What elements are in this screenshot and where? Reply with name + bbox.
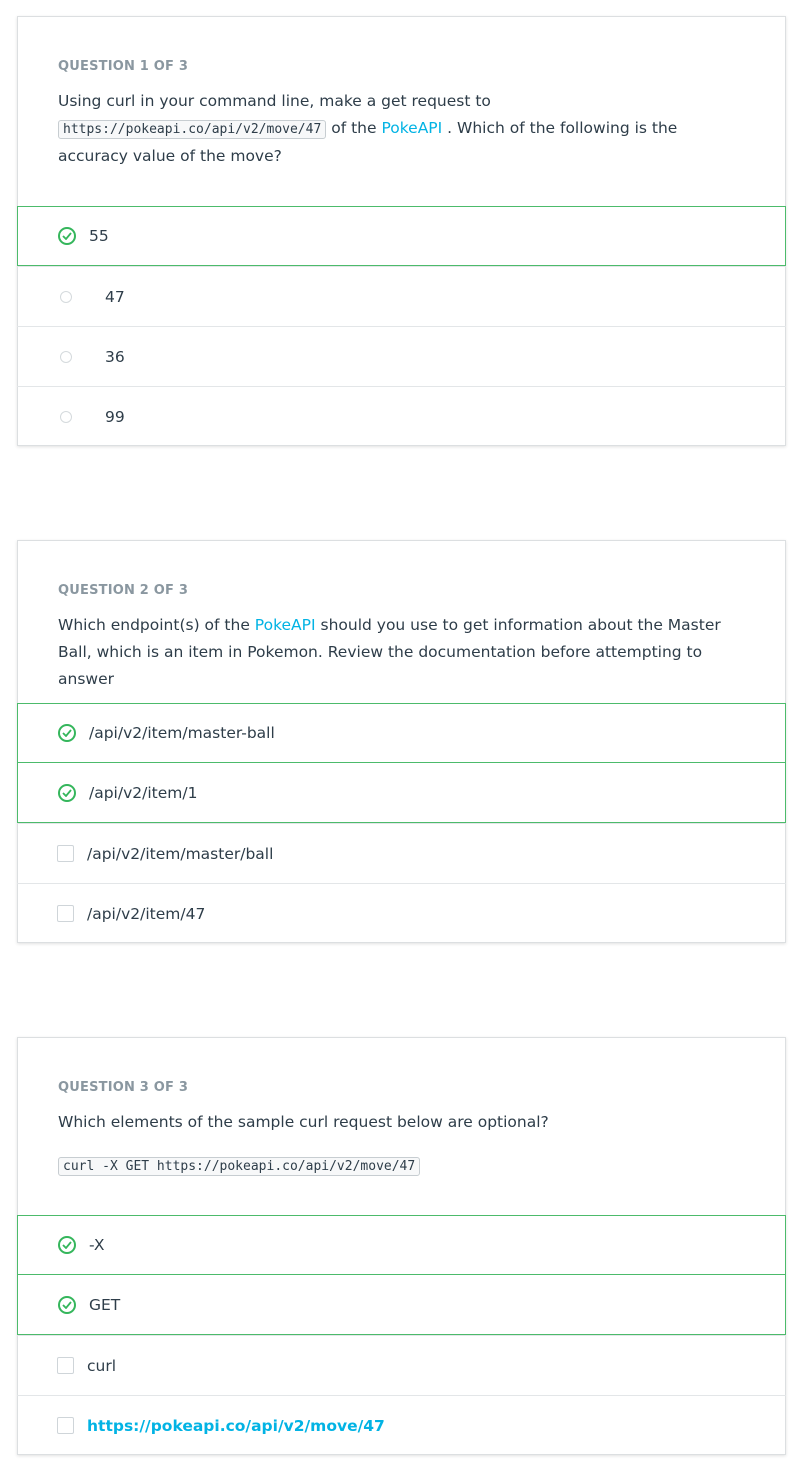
question-text-part: Which endpoint(s) of the [58, 616, 250, 634]
answer-option-master-slash-ball[interactable]: /api/v2/item/master/ball [17, 823, 786, 883]
answer-options: /api/v2/item/master-ball /api/v2/item/1 … [17, 703, 786, 943]
answer-option-curl[interactable]: curl [17, 1335, 786, 1395]
question-card-1: QUESTION 1 OF 3 Using curl in your comma… [17, 16, 786, 446]
pokeapi-link[interactable]: PokeAPI [255, 616, 316, 634]
checkbox[interactable] [57, 1357, 74, 1374]
option-label: GET [89, 1295, 121, 1314]
option-label: -X [89, 1236, 105, 1254]
pokeapi-link[interactable]: PokeAPI [381, 119, 442, 137]
question-label: QUESTION 1 OF 3 [58, 59, 189, 74]
option-label: 36 [105, 347, 125, 366]
question-label: QUESTION 3 OF 3 [58, 1080, 189, 1095]
question-text: Which endpoint(s) of the PokeAPI should … [58, 612, 745, 693]
option-label: /api/v2/item/1 [89, 783, 198, 802]
question-card-3: QUESTION 3 OF 3 Which elements of the sa… [17, 1037, 786, 1455]
radio-button[interactable] [60, 290, 72, 303]
option-link[interactable]: https://pokeapi.co/api/v2/move/47 [87, 1417, 385, 1435]
code-snippet: curl -X GET https://pokeapi.co/api/v2/mo… [58, 1157, 421, 1176]
question-text-part: Which elements of the sample curl reques… [58, 1113, 549, 1131]
question-text-part: Using curl in your command line, make a … [58, 92, 491, 110]
option-label: 47 [105, 287, 125, 306]
checkbox[interactable] [57, 1417, 74, 1434]
answer-option-99[interactable]: 99 [17, 386, 786, 446]
answer-options: 55 47 36 99 [17, 206, 786, 446]
answer-option-36[interactable]: 36 [17, 326, 786, 386]
code-snippet: https://pokeapi.co/api/v2/move/47 [58, 120, 327, 139]
check-circle-icon [58, 783, 76, 802]
question-text-part: of the [331, 119, 377, 137]
checkbox[interactable] [57, 845, 74, 862]
option-label: 99 [105, 407, 125, 426]
answer-option-47[interactable]: 47 [17, 266, 786, 326]
question-label: QUESTION 2 OF 3 [58, 583, 189, 598]
option-label: /api/v2/item/47 [87, 904, 206, 923]
check-circle-icon [58, 227, 76, 245]
answer-option-url[interactable]: https://pokeapi.co/api/v2/move/47 [17, 1395, 786, 1455]
answer-option-x-flag[interactable]: -X [17, 1215, 786, 1275]
answer-option-item-1[interactable]: /api/v2/item/1 [17, 763, 786, 823]
answer-option-master-ball[interactable]: /api/v2/item/master-ball [17, 703, 786, 763]
radio-button[interactable] [60, 410, 72, 423]
answer-option-item-47[interactable]: /api/v2/item/47 [17, 883, 786, 943]
option-label: /api/v2/item/master-ball [89, 724, 275, 742]
answer-options: -X GET curl https://pokeapi.co/api/v2/mo… [17, 1215, 786, 1455]
question-card-2: QUESTION 2 OF 3 Which endpoint(s) of the… [17, 540, 786, 943]
check-circle-icon [58, 1295, 76, 1314]
question-text: Using curl in your command line, make a … [58, 88, 745, 170]
option-label: 55 [89, 227, 109, 245]
option-label: /api/v2/item/master/ball [87, 844, 274, 863]
check-circle-icon [58, 1236, 76, 1254]
radio-button[interactable] [60, 350, 72, 363]
checkbox[interactable] [57, 905, 74, 922]
answer-option-get[interactable]: GET [17, 1275, 786, 1335]
check-circle-icon [58, 724, 76, 742]
answer-option-55[interactable]: 55 [17, 206, 786, 266]
question-text: Which elements of the sample curl reques… [58, 1109, 745, 1136]
option-label: curl [87, 1356, 117, 1375]
